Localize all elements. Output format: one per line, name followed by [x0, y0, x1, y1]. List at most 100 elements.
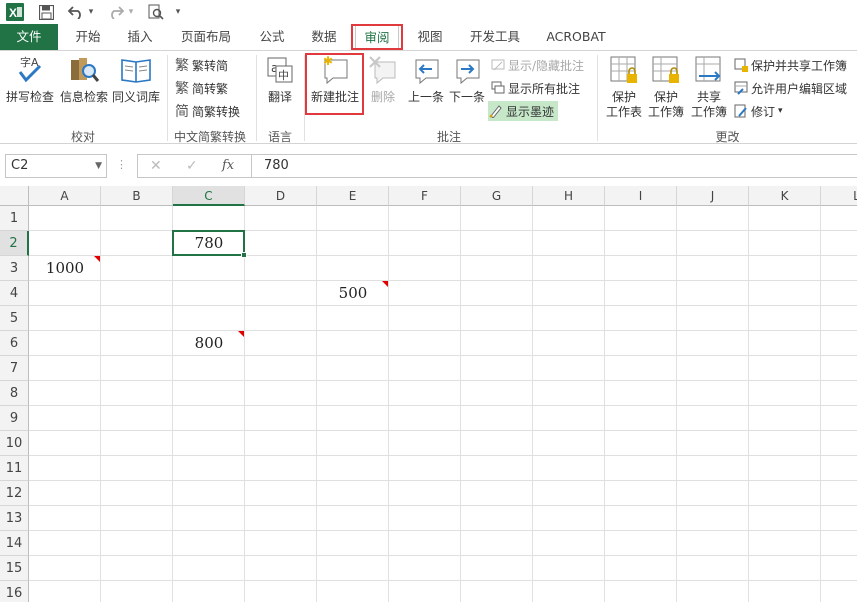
row-header-2[interactable]: 2 — [0, 231, 29, 256]
protect-sheet-button[interactable]: 保护 工作表 — [603, 54, 645, 120]
simp-to-trad-icon: 繁 — [175, 81, 189, 97]
print-preview-icon[interactable] — [146, 3, 166, 21]
tab-acrobat[interactable]: ACROBAT — [540, 24, 612, 50]
enter-icon[interactable]: ✓ — [186, 158, 198, 174]
new-comment-highlight — [305, 53, 364, 115]
column-header-e[interactable]: E — [317, 186, 389, 206]
previous-comment-button[interactable]: 上一条 — [405, 54, 447, 105]
column-header-j[interactable]: J — [677, 186, 749, 206]
delete-comment-button[interactable]: 删除 — [365, 54, 401, 105]
comment-indicator-icon[interactable] — [382, 281, 388, 287]
insert-function-icon[interactable]: fx — [222, 158, 234, 173]
spell-check-button[interactable]: 字A 拼写检查 — [4, 54, 56, 105]
share-workbook-icon — [692, 54, 726, 86]
tab-page-layout[interactable]: 页面布局 — [174, 24, 238, 50]
customize-qat-icon[interactable]: ▾ — [172, 3, 184, 21]
tab-view[interactable]: 视图 — [408, 24, 452, 50]
tab-formulas[interactable]: 公式 — [250, 24, 294, 50]
row-header-10[interactable]: 10 — [0, 431, 29, 456]
next-comment-button[interactable]: 下一条 — [447, 54, 487, 105]
resize-handle-icon[interactable]: ⋮ — [116, 158, 127, 171]
row-header-3[interactable]: 3 — [0, 256, 29, 281]
track-changes-icon — [733, 103, 749, 119]
row-header-11[interactable]: 11 — [0, 456, 29, 481]
show-ink-button[interactable]: 显示墨迹 — [488, 101, 559, 121]
protect-workbook-button[interactable]: 保护 工作簿 — [645, 54, 687, 120]
cell-a3[interactable]: 1000 — [29, 256, 101, 281]
column-header-l[interactable]: L — [821, 186, 857, 206]
show-hide-comment-button[interactable]: 显示/隐藏批注 — [490, 55, 584, 75]
tab-data[interactable]: 数据 — [302, 24, 346, 50]
allow-edit-ranges-button[interactable]: 允许用户编辑区域 — [733, 78, 847, 98]
tab-file[interactable]: 文件 — [0, 24, 58, 50]
column-header-d[interactable]: D — [245, 186, 317, 206]
row-gridline — [29, 255, 857, 256]
tab-developer[interactable]: 开发工具 — [462, 24, 528, 50]
column-header-h[interactable]: H — [533, 186, 605, 206]
row-header-1[interactable]: 1 — [0, 206, 29, 231]
undo-icon[interactable] — [66, 3, 86, 21]
tab-home[interactable]: 开始 — [66, 24, 110, 50]
row-header-15[interactable]: 15 — [0, 556, 29, 581]
previous-comment-icon — [409, 54, 443, 86]
worksheet-grid: ABCDEFGHIJKL 1 2 3 4 5 6 7 8 9 10 11 12 13 14 15 16 780… — [0, 186, 857, 602]
trad-to-simp-icon: 繁 — [175, 58, 189, 74]
cell-c6[interactable]: 800 — [173, 331, 245, 356]
cancel-icon[interactable]: ✕ — [150, 158, 162, 174]
cell-e4[interactable]: 500 — [317, 281, 389, 306]
row-gridline — [29, 505, 857, 506]
row-header-9[interactable]: 9 — [0, 406, 29, 431]
comment-indicator-icon[interactable] — [94, 256, 100, 262]
column-header-a[interactable]: A — [29, 186, 101, 206]
redo-dropdown-icon[interactable]: ▾ — [126, 3, 136, 21]
trad-to-simp-button[interactable]: 繁 繁转简 — [174, 55, 228, 75]
row-header-4[interactable]: 4 — [0, 281, 29, 306]
comment-indicator-icon[interactable] — [238, 331, 244, 337]
row-header-12[interactable]: 12 — [0, 481, 29, 506]
row-gridline — [29, 405, 857, 406]
column-gridline — [820, 206, 821, 602]
allow-edit-ranges-icon — [733, 80, 749, 96]
name-box[interactable]: C2 ▼ — [5, 154, 107, 178]
column-gridline — [532, 206, 533, 602]
column-header-g[interactable]: G — [461, 186, 533, 206]
column-header-c[interactable]: C — [173, 186, 245, 206]
protect-sheet-icon — [607, 54, 641, 86]
simp-to-trad-button[interactable]: 繁 简转繁 — [174, 78, 228, 98]
tab-insert[interactable]: 插入 — [118, 24, 162, 50]
share-workbook-button[interactable]: 共享 工作簿 — [688, 54, 730, 120]
translate-button[interactable]: a中 翻译 — [262, 54, 298, 105]
column-header-f[interactable]: F — [389, 186, 461, 206]
column-header-i[interactable]: I — [605, 186, 677, 206]
row-header-7[interactable]: 7 — [0, 356, 29, 381]
undo-dropdown-icon[interactable]: ▾ — [86, 3, 96, 21]
group-label-language: 语言 — [267, 130, 292, 144]
save-icon[interactable] — [36, 3, 56, 21]
redo-icon[interactable] — [106, 3, 126, 21]
translate-icon: a中 — [263, 54, 297, 86]
show-all-comments-button[interactable]: 显示所有批注 — [490, 78, 580, 98]
row-header-8[interactable]: 8 — [0, 381, 29, 406]
row-header-13[interactable]: 13 — [0, 506, 29, 531]
fill-handle[interactable] — [241, 252, 247, 258]
column-gridline — [172, 206, 173, 602]
column-header-b[interactable]: B — [101, 186, 173, 206]
column-gridline — [676, 206, 677, 602]
select-all-button[interactable] — [0, 186, 29, 206]
formula-input[interactable]: 780 — [251, 154, 857, 178]
column-header-k[interactable]: K — [749, 186, 821, 206]
chinese-convert-icon: 简 — [175, 104, 189, 120]
row-header-16[interactable]: 16 — [0, 581, 29, 602]
thesaurus-button[interactable]: 同义词库 — [110, 54, 162, 105]
research-button[interactable]: 信息检索 — [58, 54, 110, 105]
chinese-convert-button[interactable]: 简 简繁转换 — [174, 101, 240, 121]
row-header-6[interactable]: 6 — [0, 331, 29, 356]
thesaurus-icon — [119, 54, 153, 86]
row-header-14[interactable]: 14 — [0, 531, 29, 556]
protect-and-share-button[interactable]: 保护并共享工作簿 — [733, 55, 847, 75]
row-header-5[interactable]: 5 — [0, 306, 29, 331]
track-changes-button[interactable]: 修订 ▾ — [733, 101, 783, 121]
show-all-comments-icon — [490, 80, 506, 96]
chevron-down-icon[interactable]: ▼ — [95, 155, 102, 177]
active-cell-border — [172, 230, 245, 256]
